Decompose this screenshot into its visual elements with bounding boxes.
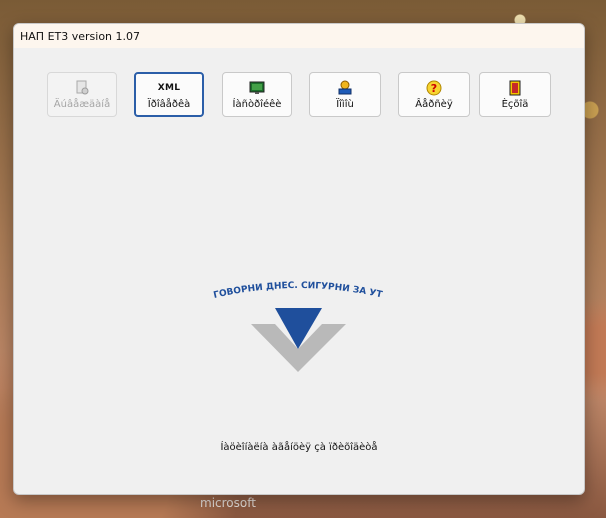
question-icon: ? xyxy=(425,80,443,96)
toolbar-button-label: Íàñòðîéêè xyxy=(232,98,282,110)
toolbar-button-download[interactable]: Äúâåæäàíå xyxy=(47,72,117,117)
toolbar-button-exit[interactable]: Èçõîä xyxy=(479,72,551,117)
xml-text-icon: XML xyxy=(157,80,181,96)
svg-text:?: ? xyxy=(431,82,437,95)
toolbar-button-label: Èçõîä xyxy=(501,98,529,110)
toolbar-button-label: Âåðñèÿ xyxy=(415,98,453,110)
agency-name: Íàöèîíàëíà àãåíöèÿ çà ïðèõîäèòå xyxy=(220,442,378,453)
logo-slogan: ОТГОВОРНИ ДНЕС. СИГУРНИ ЗА УТРЕ. xyxy=(209,276,384,301)
xml-badge: XML xyxy=(157,82,181,93)
help-book-icon xyxy=(336,80,354,96)
exit-door-icon xyxy=(506,80,524,96)
toolbar-button-label: Ïîìîù xyxy=(336,98,354,110)
window-title: НАП ЕТ3 version 1.07 xyxy=(20,29,141,43)
toolbar-button-check[interactable]: XML Ïðîâåðêà xyxy=(134,72,204,117)
title-bar[interactable]: НАП ЕТ3 version 1.07 xyxy=(14,24,584,48)
desktop-watermark: microsoft xyxy=(200,496,256,510)
toolbar-button-version[interactable]: ? Âåðñèÿ xyxy=(398,72,470,117)
app-window: НАП ЕТ3 version 1.07 Äúâåæäàíå XML Ïðîâå… xyxy=(13,23,585,495)
toolbar-button-help[interactable]: Ïîìîù xyxy=(309,72,381,117)
document-gear-icon xyxy=(73,80,91,96)
toolbar-button-settings[interactable]: Íàñòðîéêè xyxy=(222,72,292,117)
toolbar-button-label: Ïðîâåðêà xyxy=(147,98,191,110)
monitor-icon xyxy=(248,80,266,96)
toolbar-button-label: Äúâåæäàíå xyxy=(53,98,111,110)
nra-logo: ОТГОВОРНИ ДНЕС. СИГУРНИ ЗА УТРЕ. xyxy=(205,269,389,385)
